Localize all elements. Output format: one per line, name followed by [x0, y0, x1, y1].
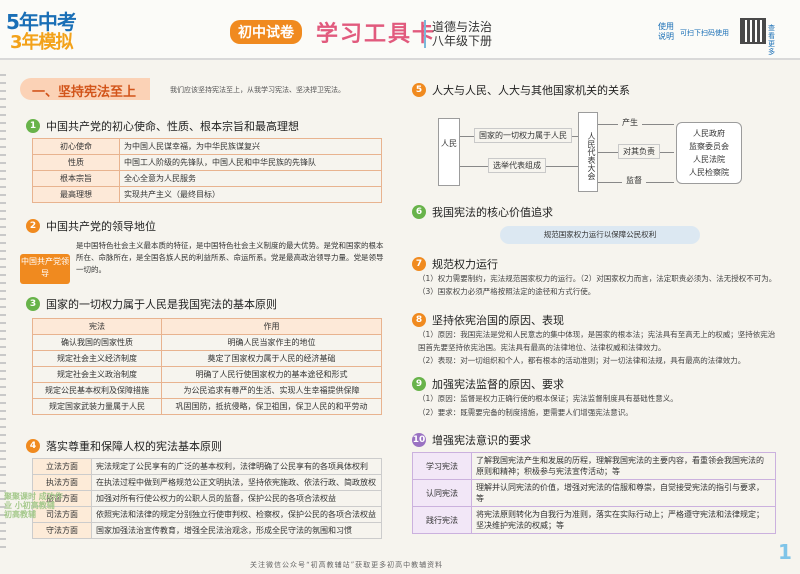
section-number: 1 — [26, 119, 40, 133]
section-title: 坚持依宪治国的原因、表现 — [432, 314, 564, 327]
section-title: 落实尊重和保障人权的宪法基本原则 — [46, 440, 222, 453]
section-7-text: （1）权力需要制约，宪法规范国家权力的运行。（2）对国家权力而言，法定职责必须为… — [418, 274, 777, 296]
section-9-heading: 9 加强宪法监督的原因、要求 — [412, 376, 564, 392]
section-title: 国家的一切权力属于人民是我国宪法的基本原则 — [46, 298, 277, 311]
table-row: 规定公民基本权利及保障措施 为公民追求有尊严的生活、实现人生幸福提供保障 — [32, 382, 382, 399]
section-number: 5 — [412, 83, 426, 97]
people-box: 人民 — [438, 118, 460, 186]
side-watermark: 聚聚课时 成功作业 小初高教辅 初高教辅 — [4, 492, 63, 519]
table-row: 执法方面 在执法过程中做到严格规范公正文明执法，坚持依宪施政、依法行政、简政放权 — [32, 474, 382, 491]
section-number: 2 — [26, 219, 40, 233]
relation-produce: 产生 — [618, 116, 642, 129]
qr-side-label: 查看更多 — [768, 24, 775, 56]
arrow-label-elect: 选举代表组成 — [488, 158, 546, 173]
principle-table: 宪法 作用 确认我国的国家性质 明确人民当家作主的地位 规定社会主义经济制度 奠定了国… — [32, 318, 382, 415]
section-title: 人大与人民、人大与其他国家机关的关系 — [432, 84, 630, 97]
section-9-text-1: （1）原因：监督是权力正确行使的根本保证；宪法监督制度具有基础性意义。 — [418, 394, 678, 403]
logo-line2: 3年模拟 — [10, 32, 74, 53]
core-value-pill: 规范国家权力运行以保障公民权利 — [500, 226, 700, 244]
section-2-heading: 2 中国共产党的领导地位 — [26, 218, 156, 234]
section-8-text-1: （1）原因：我国宪法是党和人民意志的集中体现，是国家的根本法；宪法具有至高无上的… — [418, 330, 776, 352]
table-row: 认同宪法 理解并认同宪法的价值，增强对宪法的信服和尊崇，自觉接受宪法的指引与要求，… — [412, 479, 776, 507]
table-row: 规定社会主义经济制度 奠定了国家权力属于人民的经济基础 — [32, 350, 382, 367]
table-row: 规定社会主义政治制度 明确了人民行使国家权力的基本途径和形式 — [32, 366, 382, 383]
section-number: 10 — [412, 433, 426, 447]
npc-relationship-diagram: 人民 国家的一切权力属于人民 选举代表组成 人民代表大会 产生 对其负责 监督 … — [438, 108, 768, 198]
section-number: 9 — [412, 377, 426, 391]
subject-name: 道德与法治 — [432, 20, 493, 34]
table-row: 最高理想 实现共产主义（最终目标） — [32, 186, 382, 203]
title-box: 初中试卷 学习工具卡 — [230, 18, 437, 47]
table-row: 性质 中国工人阶级的先锋队，中国人民和中华民族的先锋队 — [32, 154, 382, 171]
section-number: 7 — [412, 257, 426, 271]
grade-name: 八年级下册 — [432, 34, 493, 48]
section-title: 中国共产党的领导地位 — [46, 220, 156, 233]
section-title: 增强宪法意识的要求 — [432, 434, 531, 447]
section-title: 中国共产党的初心使命、性质、根本宗旨和最高理想 — [46, 120, 299, 133]
relation-supervise: 监督 — [622, 174, 646, 187]
banner-subtitle: 我们应该坚持宪法至上，从我学习宪法、坚决捍卫宪法。 — [170, 86, 345, 94]
section-7-heading: 7 规范权力运行 — [412, 256, 498, 272]
table-row: 确认我国的国家性质 明确人民当家作主的地位 — [32, 334, 382, 351]
section-banner: 一、坚持宪法至上 我们应该坚持宪法至上，从我学习宪法、坚决捍卫宪法。 — [20, 78, 390, 102]
banner-title: 一、坚持宪法至上 — [32, 85, 137, 100]
leadership-block: 中国共产党领导 是中国特色社会主义最本质的特征，是中国特色社会主义制度的最大优势… — [20, 240, 392, 288]
section-5-heading: 5 人大与人民、人大与其他国家机关的关系 — [412, 82, 630, 98]
badge-test: 初中试卷 — [230, 20, 302, 44]
section-number: 3 — [26, 297, 40, 311]
qr-use-label: 使用说明 — [658, 22, 674, 41]
section-1-heading: 1 中国共产党的初心使命、性质、根本宗旨和最高理想 — [26, 118, 299, 134]
relation-responsible: 对其负责 — [618, 144, 660, 159]
table-row: 根本宗旨 全心全意为人民服务 — [32, 170, 382, 187]
section-4-heading: 4 落实尊重和保障人权的宪法基本原则 — [26, 438, 222, 454]
section-10-heading: 10 增强宪法意识的要求 — [412, 432, 531, 448]
section-number: 4 — [26, 439, 40, 453]
badge-card: 学习工具卡 — [316, 22, 437, 47]
qr-code-icon — [740, 18, 766, 44]
header-bar: 5年中考 3年模拟 初中试卷 学习工具卡 道德与法治 八年级下册 使用说明 可扫… — [0, 0, 800, 60]
logo: 5年中考 3年模拟 — [6, 6, 77, 53]
binding-dots — [0, 74, 6, 554]
human-rights-table: 立法方面 宪法规定了公民享有的广泛的基本权利，法律明确了公民享有的各项具体权利 执… — [32, 458, 382, 539]
section-title: 加强宪法监督的原因、要求 — [432, 378, 564, 391]
leadership-label: 中国共产党领导 — [20, 254, 70, 284]
section-3-heading: 3 国家的一切权力属于人民是我国宪法的基本原则 — [26, 296, 277, 312]
section-9-text-2: （2）要求：既需要完备的制度措施，更需要人们增强宪法意识。 — [418, 408, 633, 417]
section-8-text-2: （2）表现：对一切组织和个人，都有根本的活动准则；对一切法律和法规，具有最高的法… — [418, 356, 746, 365]
section-number: 6 — [412, 205, 426, 219]
npc-box: 人民代表大会 — [578, 112, 598, 192]
table-row: 司法方面 依照宪法和法律的规定分别独立行使审判权、检察权，保护公民的各项合法权益 — [32, 506, 382, 523]
qr-hint: 可扫下扫码使用 — [680, 29, 729, 37]
state-organs-box: 人民政府 监察委员会 人民法院 人民检察院 — [676, 122, 742, 184]
table-header-row: 宪法 作用 — [32, 318, 382, 335]
mission-table: 初心使命 为中国人民谋幸福，为中华民族谋复兴 性质 中国工人阶级的先锋队，中国人民和… — [32, 138, 382, 203]
table-row: 监督方面 加强对所有行使公权力的公职人员的监督，保护公民的各项合法权益 — [32, 490, 382, 507]
leadership-text: 是中国特色社会主义最本质的特征，是中国特色社会主义制度的最大优势。是党和国家的根… — [76, 241, 384, 274]
page-number: 1 — [778, 540, 792, 564]
table-row: 规定国家武装力量属于人民 巩固国防，抵抗侵略，保卫祖国，保卫人民的和平劳动 — [32, 398, 382, 415]
constitution-awareness-table: 学习宪法 了解我国宪法产生和发展的历程，理解我国宪法的主要内容，看重领会我国宪法的… — [412, 452, 776, 534]
qr-area: 使用说明 可扫下扫码使用 查看更多 — [652, 18, 780, 56]
section-title: 我国宪法的核心价值追求 — [432, 206, 553, 219]
table-row: 践行宪法 将宪法原则转化为自我行为准则，落实在实际行动上；严格遵守宪法和法律规定；… — [412, 506, 776, 534]
table-row: 学习宪法 了解我国宪法产生和发展的历程，理解我国宪法的主要内容，看重领会我国宪法的… — [412, 452, 776, 480]
section-8-heading: 8 坚持依宪治国的原因、表现 — [412, 312, 564, 328]
arrow-label-power: 国家的一切权力属于人民 — [474, 128, 572, 143]
footer-text: 关注微信公众号“初高教辅站”获取更多初高中教辅资料 — [250, 561, 444, 569]
subject-info: 道德与法治 八年级下册 — [424, 20, 492, 48]
section-title: 规范权力运行 — [432, 258, 498, 271]
table-row: 立法方面 宪法规定了公民享有的广泛的基本权利，法律明确了公民享有的各项具体权利 — [32, 458, 382, 475]
section-6-heading: 6 我国宪法的核心价值追求 — [412, 204, 553, 220]
table-row: 守法方面 国家加强法治宣传教育，增强全民法治观念，形成全民守法的氛围和习惯 — [32, 522, 382, 539]
section-number: 8 — [412, 313, 426, 327]
table-row: 初心使命 为中国人民谋幸福，为中华民族谋复兴 — [32, 138, 382, 155]
